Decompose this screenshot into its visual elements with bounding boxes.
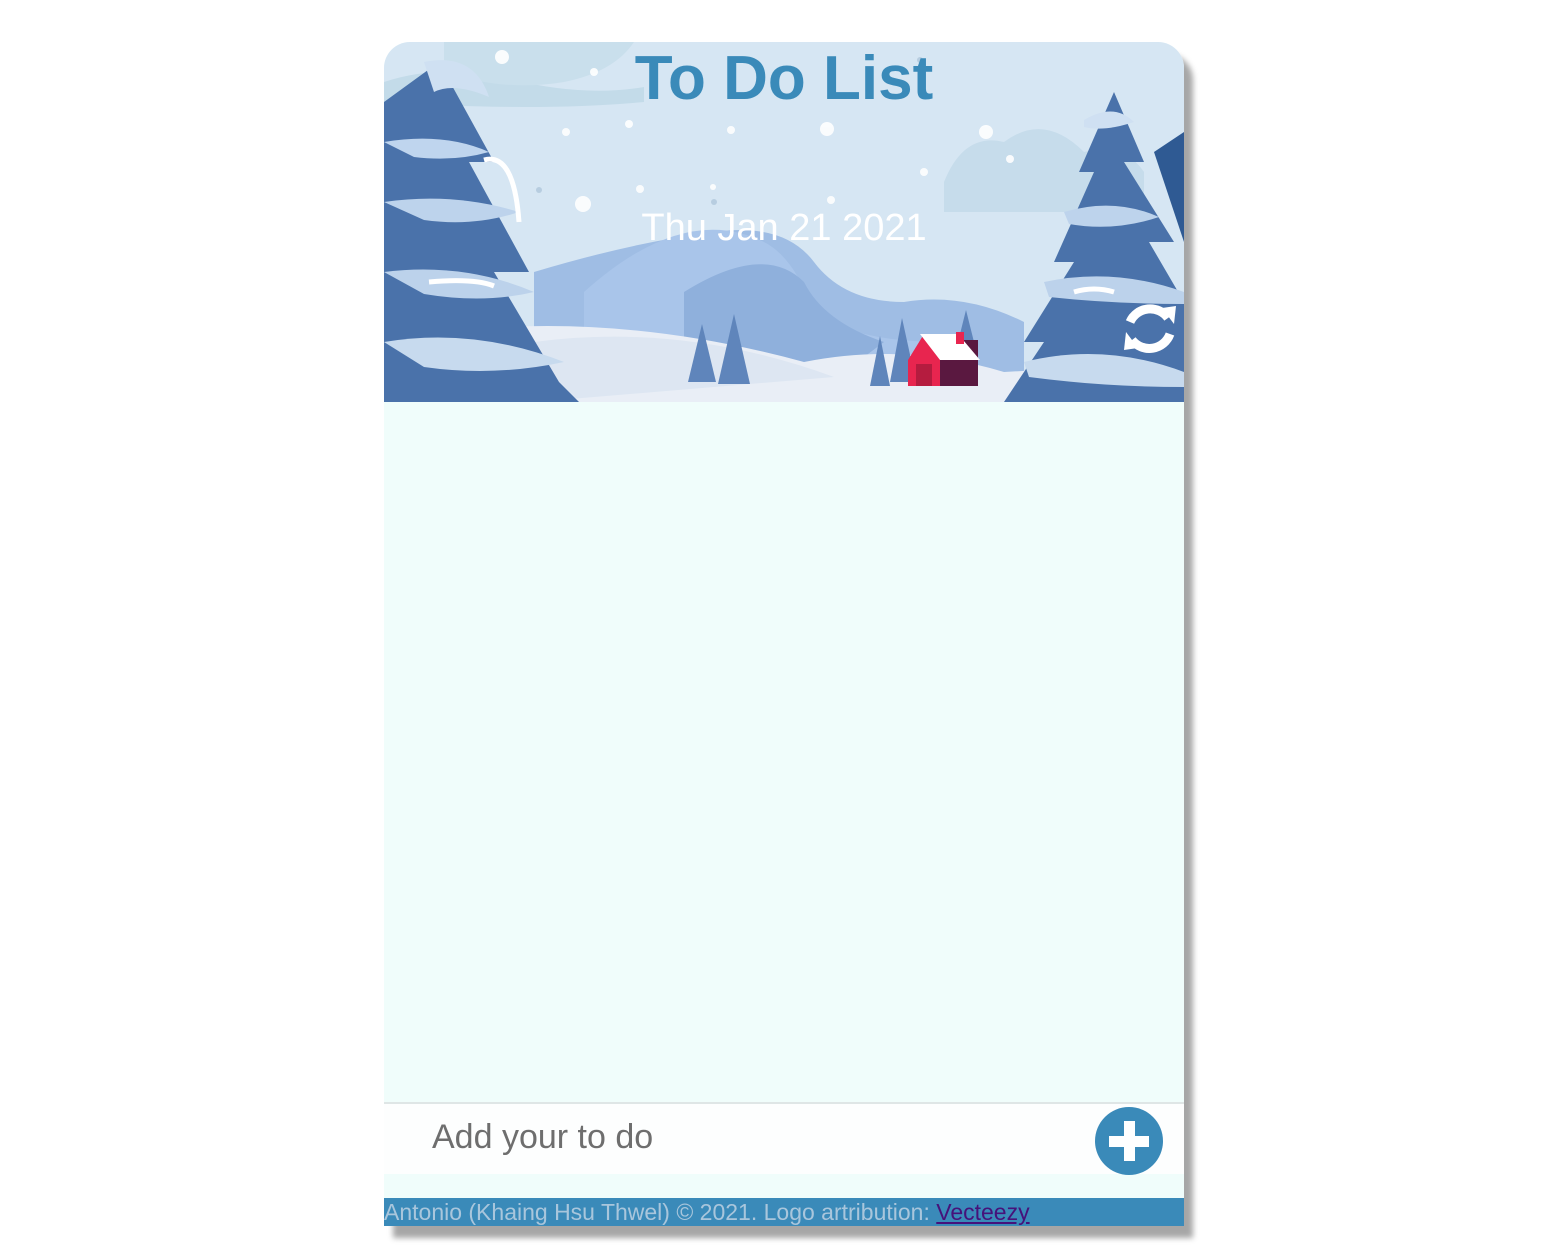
todo-app: To Do List Thu Jan 21 2021 Antonio (Khai… bbox=[384, 42, 1184, 1226]
add-todo-bar bbox=[384, 1102, 1184, 1175]
plus-icon bbox=[1109, 1121, 1149, 1161]
footer: Antonio (Khaing Hsu Thwel) © 2021. Logo … bbox=[384, 1198, 1184, 1226]
add-todo-input[interactable] bbox=[430, 1110, 1074, 1164]
refresh-icon[interactable] bbox=[1120, 298, 1180, 358]
current-date: Thu Jan 21 2021 bbox=[641, 207, 927, 249]
add-button[interactable] bbox=[1095, 1107, 1163, 1175]
todo-list bbox=[384, 402, 1184, 1102]
vecteezy-link[interactable]: Vecteezy bbox=[936, 1199, 1029, 1225]
footer-credit-text: Antonio (Khaing Hsu Thwel) © 2021. Logo … bbox=[384, 1199, 937, 1225]
page-title: To Do List bbox=[634, 44, 934, 113]
header-banner: To Do List Thu Jan 21 2021 bbox=[384, 42, 1184, 402]
